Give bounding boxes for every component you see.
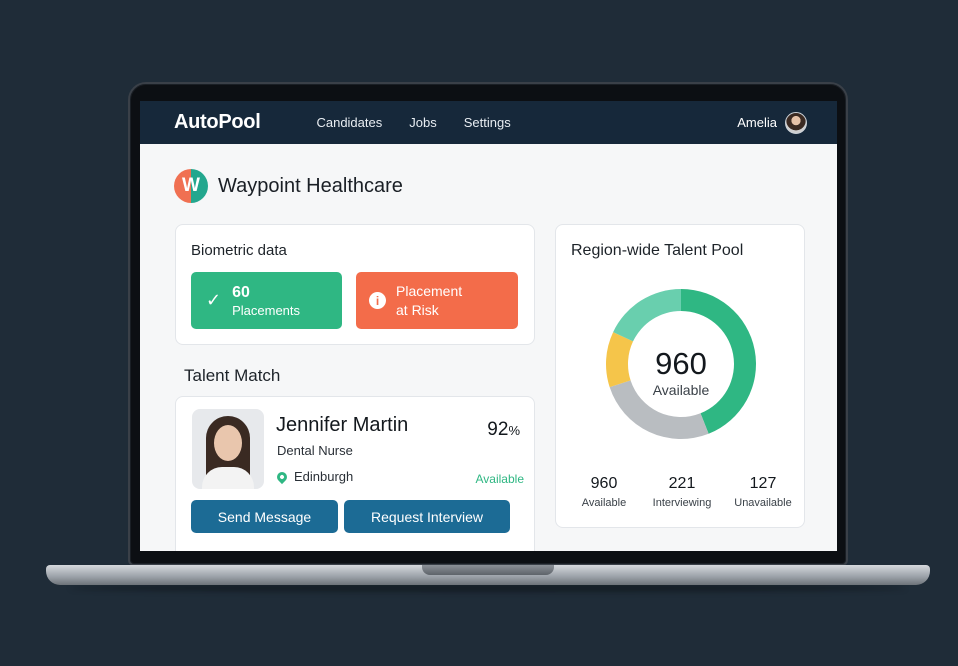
nav-jobs[interactable]: Jobs bbox=[409, 115, 436, 130]
top-nav: AutoPool Candidates Jobs Settings Amelia bbox=[140, 101, 837, 144]
biometric-card: Biometric data ✓ 60 Placements i Placeme… bbox=[175, 224, 535, 345]
candidate-role: Dental Nurse bbox=[277, 443, 353, 458]
candidate-photo bbox=[192, 409, 264, 489]
stat-available: 960 Available bbox=[564, 475, 644, 509]
placements-tile[interactable]: ✓ 60 Placements bbox=[191, 272, 342, 329]
send-message-button[interactable]: Send Message bbox=[191, 500, 338, 533]
availability-status: Available bbox=[475, 472, 524, 486]
candidate-location: Edinburgh bbox=[274, 469, 354, 484]
user-name[interactable]: Amelia bbox=[737, 115, 777, 130]
talent-pool-title: Region-wide Talent Pool bbox=[571, 242, 744, 259]
stat-unavailable-label: Unavailable bbox=[734, 497, 792, 509]
company-header: W Waypoint Healthcare bbox=[174, 169, 403, 203]
check-icon: ✓ bbox=[206, 290, 222, 310]
info-icon: i bbox=[369, 292, 386, 309]
risk-line-1: Placement bbox=[396, 282, 463, 299]
donut-segment-teal bbox=[613, 289, 681, 342]
nav-settings[interactable]: Settings bbox=[464, 115, 511, 130]
laptop-notch bbox=[422, 565, 554, 575]
match-score-unit: % bbox=[508, 423, 520, 438]
stat-unavailable-value: 127 bbox=[749, 475, 777, 492]
biometric-title: Biometric data bbox=[191, 242, 287, 259]
request-interview-button[interactable]: Request Interview bbox=[344, 500, 510, 533]
stat-interviewing-value: 221 bbox=[668, 475, 696, 492]
candidate-card: Jennifer Martin Dental Nurse Edinburgh 9… bbox=[175, 396, 535, 551]
match-score: 92% bbox=[487, 419, 520, 441]
stat-available-value: 960 bbox=[590, 475, 618, 492]
candidate-name[interactable]: Jennifer Martin bbox=[276, 414, 408, 437]
laptop-shadow bbox=[70, 584, 906, 592]
stat-available-label: Available bbox=[581, 497, 627, 509]
match-score-number: 92 bbox=[487, 419, 509, 440]
dashboard: W Waypoint Healthcare Biometric data ✓ 6… bbox=[140, 144, 837, 551]
brand-logo[interactable]: AutoPool bbox=[174, 111, 261, 134]
stat-interviewing: 221 Interviewing bbox=[642, 475, 722, 509]
nav-candidates[interactable]: Candidates bbox=[316, 115, 382, 130]
stat-interviewing-label: Interviewing bbox=[652, 497, 712, 509]
risk-line-2: at Risk bbox=[396, 301, 439, 318]
candidate-location-text: Edinburgh bbox=[294, 469, 354, 484]
risk-tile[interactable]: i Placement at Risk bbox=[356, 272, 518, 329]
talent-pool-card: Region-wide Talent Pool 960 Available 96… bbox=[555, 224, 805, 528]
placements-count: 60 bbox=[232, 283, 250, 301]
location-pin-icon bbox=[274, 469, 290, 484]
scene: AutoPool Candidates Jobs Settings Amelia… bbox=[0, 0, 958, 666]
user-avatar[interactable] bbox=[785, 111, 807, 134]
donut-center-label: Available bbox=[652, 382, 710, 398]
stat-unavailable: 127 Unavailable bbox=[723, 475, 803, 509]
app-window: AutoPool Candidates Jobs Settings Amelia… bbox=[140, 101, 837, 551]
donut-center-value: 960 bbox=[655, 346, 707, 381]
company-logo-icon: W bbox=[174, 169, 208, 203]
placements-label: Placements bbox=[232, 302, 301, 318]
company-name: Waypoint Healthcare bbox=[218, 174, 403, 197]
talent-match-title: Talent Match bbox=[184, 366, 281, 385]
